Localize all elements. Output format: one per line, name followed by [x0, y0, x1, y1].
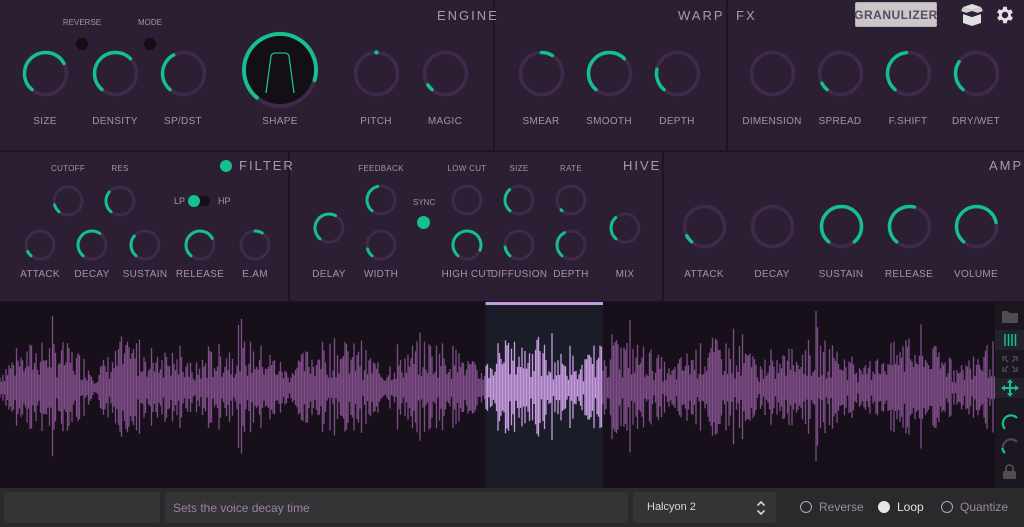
smooth-knob[interactable]	[585, 49, 634, 98]
waveform-toolbar	[995, 302, 1024, 488]
size-knob[interactable]	[21, 49, 70, 98]
filter-enable-toggle[interactable]	[220, 160, 232, 172]
cutoff-knob[interactable]	[51, 184, 85, 218]
pitch-label: PITCH	[360, 116, 392, 127]
reverse-toggle-label: REVERSE	[62, 18, 102, 27]
warp-title: WARP	[678, 8, 725, 23]
amp-sustain-knob[interactable]	[818, 203, 865, 250]
e-am-knob[interactable]	[238, 228, 272, 262]
sync-label: SYNC	[413, 198, 436, 207]
feedback-label: FEEDBACK	[358, 164, 404, 173]
high-cut-knob[interactable]	[450, 228, 484, 262]
pitch-knob[interactable]	[352, 49, 401, 98]
filter-decay-knob[interactable]	[75, 228, 109, 262]
hive-mix-knob[interactable]	[608, 211, 642, 245]
quantize-option-label: Quantize	[960, 500, 1009, 514]
reverse-radio[interactable]	[800, 501, 812, 513]
sp-dst-label: SP/DST	[164, 116, 202, 127]
folder-icon[interactable]	[995, 306, 1024, 326]
e-am-label: E.AM	[242, 269, 268, 280]
amp-title: AMP	[989, 158, 1024, 173]
grid-lines-icon[interactable]	[995, 330, 1024, 350]
hive-mix-label: MIX	[615, 269, 635, 280]
filter-attack-knob[interactable]	[23, 228, 57, 262]
amp-release-knob[interactable]	[886, 203, 933, 250]
quantize-option[interactable]: Quantize	[941, 500, 1008, 514]
f-shift-knob[interactable]	[884, 49, 933, 98]
lfo2-knob-icon[interactable]	[995, 437, 1024, 457]
diffusion-knob[interactable]	[502, 228, 536, 262]
waveform-display[interactable]	[0, 302, 996, 488]
reverse-option-label: Reverse	[819, 500, 864, 514]
hive-size-knob[interactable]	[502, 183, 536, 217]
spread-knob[interactable]	[816, 49, 865, 98]
preset-stepper-icon[interactable]	[756, 500, 766, 516]
reverse-toggle[interactable]	[76, 38, 88, 50]
info-text-box: Sets the voice decay time	[165, 492, 628, 523]
volume-label: VOLUME	[953, 269, 999, 280]
shape-curve-icon	[265, 52, 295, 94]
granulizer-label: GRANULIZER	[854, 7, 938, 22]
sync-toggle[interactable]	[417, 216, 430, 229]
move-icon[interactable]	[995, 378, 1024, 398]
loop-radio[interactable]	[878, 501, 890, 513]
filter-title: FILTER	[239, 158, 295, 173]
expand-icon[interactable]	[995, 354, 1024, 374]
preset-name: Halcyon 2	[647, 501, 696, 513]
fx-title: FX	[736, 8, 757, 23]
sp-dst-knob[interactable]	[159, 49, 208, 98]
dimension-knob[interactable]	[748, 49, 797, 98]
hive-width-label: WIDTH	[363, 269, 399, 280]
volume-knob[interactable]	[953, 203, 1000, 250]
warp-depth-label: DEPTH	[659, 116, 695, 127]
preset-selector[interactable]: Halcyon 2	[633, 492, 776, 523]
low-cut-knob[interactable]	[450, 183, 484, 217]
feedback-knob[interactable]	[364, 183, 398, 217]
hp-label: HP	[218, 196, 231, 206]
rate-label: RATE	[560, 164, 582, 173]
shape-label: SHAPE	[262, 116, 298, 127]
loop-option[interactable]: Loop	[878, 500, 924, 514]
footer-bar: Sets the voice decay time Halcyon 2 Reve…	[0, 488, 1024, 527]
hive-title: HIVE	[623, 158, 662, 173]
res-label: RES	[111, 164, 129, 173]
magic-knob[interactable]	[421, 49, 470, 98]
amp-attack-knob[interactable]	[681, 203, 728, 250]
amp-decay-label: DECAY	[754, 269, 790, 280]
reverse-option[interactable]: Reverse	[800, 500, 864, 514]
mode-toggle[interactable]	[144, 38, 156, 50]
mode-toggle-label: MODE	[138, 18, 162, 27]
hive-width-knob[interactable]	[364, 228, 398, 262]
lfo1-knob-icon[interactable]	[995, 413, 1024, 433]
lock-icon[interactable]	[995, 461, 1024, 481]
engine-title: ENGINE	[437, 8, 499, 23]
package-icon[interactable]	[960, 4, 984, 26]
gear-icon[interactable]	[994, 4, 1016, 26]
smear-knob[interactable]	[517, 49, 566, 98]
warp-depth-knob[interactable]	[653, 49, 702, 98]
loop-option-label: Loop	[897, 500, 924, 514]
magic-label: MAGIC	[427, 116, 463, 127]
dry-wet-label: DRY/WET	[951, 116, 1001, 127]
rate-knob[interactable]	[554, 183, 588, 217]
info-text: Sets the voice decay time	[173, 501, 310, 515]
hive-delay-knob[interactable]	[312, 211, 346, 245]
res-knob[interactable]	[103, 184, 137, 218]
dry-wet-knob[interactable]	[952, 49, 1001, 98]
filter-sustain-knob[interactable]	[128, 228, 162, 262]
lp-hp-switch[interactable]	[188, 195, 210, 207]
quantize-radio[interactable]	[941, 501, 953, 513]
footer-empty-field	[4, 492, 160, 523]
lp-hp-switch-thumb	[188, 195, 200, 207]
granulizer-mode-button[interactable]: GRANULIZER	[854, 2, 938, 27]
filter-release-knob[interactable]	[183, 228, 217, 262]
selection-handle[interactable]	[485, 302, 603, 305]
shape-display[interactable]	[246, 36, 314, 104]
hive-depth-knob[interactable]	[554, 228, 588, 262]
density-knob[interactable]	[91, 49, 140, 98]
size-label: SIZE	[33, 116, 57, 127]
lp-label: LP	[174, 196, 186, 206]
waveform-svg	[0, 302, 996, 488]
amp-decay-knob[interactable]	[749, 203, 796, 250]
